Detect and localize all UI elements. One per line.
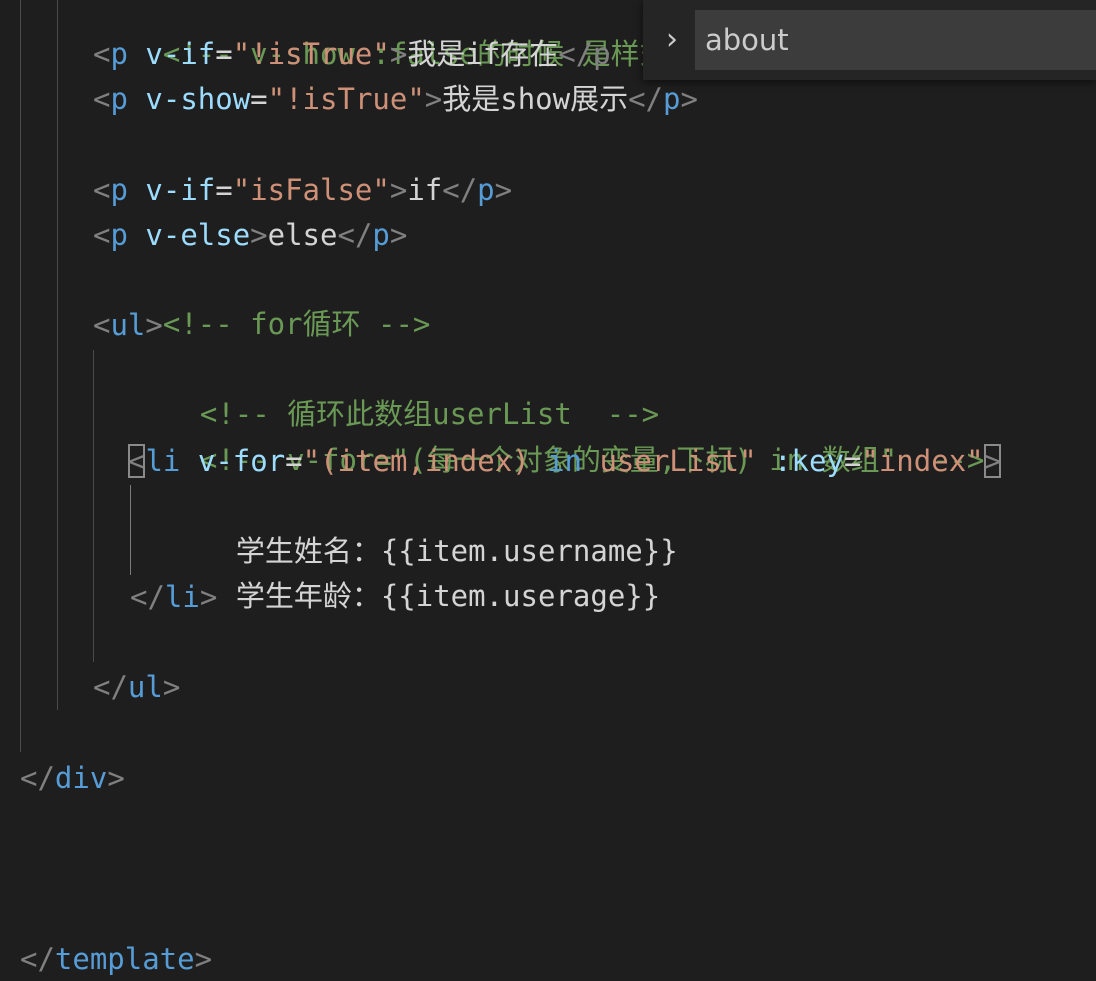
equals-sign: =	[285, 444, 303, 478]
tag-name: p	[110, 82, 128, 116]
tag-name: li	[145, 444, 181, 478]
code-line-current: <li v-for="(item,index) in userList" :ke…	[128, 439, 1002, 483]
closing-tag-partial: </p	[558, 37, 611, 71]
closing-tag-open: </	[130, 580, 165, 614]
closing-tag-open: </	[337, 218, 373, 252]
closing-tag-name: div	[54, 761, 108, 795]
attribute-name: v-for	[197, 444, 286, 478]
text-content: 学生年龄：{{item.userage}}	[235, 579, 661, 613]
attribute-name: v-if	[145, 173, 216, 207]
tag-open-bracket: <	[93, 218, 111, 252]
tag-name: p	[110, 37, 128, 71]
tag-close-bracket: >	[424, 82, 443, 116]
code-editor[interactable]: <!-- v-show :false的时候 是样式 <p v-if="!isTr…	[0, 0, 1096, 979]
tag-close-bracket: >	[250, 218, 268, 252]
closing-tag-close: >	[199, 580, 218, 614]
attribute-name: v-if	[145, 37, 216, 71]
attribute-value: "!isTrue"	[232, 37, 390, 71]
closing-tag-close: >	[494, 173, 513, 207]
code-line: </ul>	[93, 665, 180, 709]
attribute-value-start: "(item,index)	[302, 444, 548, 478]
matching-bracket-close: >	[983, 444, 1002, 478]
find-widget: › about	[643, 0, 1096, 80]
code-line: </template>	[20, 937, 212, 981]
indent-guide	[93, 350, 94, 662]
code-line: <p v-else>else</p>	[93, 213, 407, 257]
code-line: 学生姓名：{{item.username}}	[166, 485, 678, 568]
code-line: <p v-show="!isTrue">我是show展示</p>	[93, 77, 698, 121]
tag-close-bracket: >	[145, 308, 163, 342]
code-line-comment: <!-- 循环此数组userList -->	[130, 348, 659, 431]
closing-tag-open: </	[628, 82, 664, 116]
closing-tag-name: p	[372, 218, 390, 252]
code-line: </div>	[20, 756, 125, 800]
equals-sign: =	[250, 82, 268, 116]
closing-tag-close: >	[389, 218, 408, 252]
equals-sign: =	[215, 37, 233, 71]
attribute-value: "isFalse"	[232, 173, 390, 207]
closing-tag-name: p	[477, 173, 495, 207]
attribute-value-end: userList"	[582, 444, 757, 478]
tag-open-bracket: <	[93, 82, 111, 116]
tag-open-bracket: <	[93, 308, 111, 342]
find-input[interactable]: about	[695, 10, 1096, 70]
indent-guide	[57, 0, 58, 710]
tag-open-bracket: <	[93, 37, 111, 71]
closing-tag-open: </	[442, 173, 478, 207]
closing-tag-close: >	[107, 761, 125, 795]
comment-text: <!-- for循环 -->	[162, 307, 431, 341]
attribute-value: "!isTrue"	[267, 82, 425, 116]
text-content: 我是if存在	[407, 37, 559, 71]
code-line: <p v-if="isFalse">if</p>	[93, 168, 512, 212]
code-line-comment: <!-- v-for="(每一个对象的变量,下标) in 数组" -->	[130, 394, 985, 477]
tag-close-bracket: >	[389, 37, 408, 71]
equals-sign: =	[843, 444, 862, 478]
closing-tag-open: </	[20, 761, 55, 795]
code-line-comment: <!-- v-show :false的时候 是样式	[93, 0, 669, 71]
code-line: <ul>	[93, 303, 163, 347]
tag-name: p	[110, 173, 128, 207]
closing-tag-name: li	[164, 580, 200, 614]
text-content: if	[407, 173, 443, 207]
indent-guide	[20, 0, 21, 752]
tag-open-bracket: <	[93, 173, 111, 207]
attribute-value-key: "index"	[861, 444, 984, 478]
text-content: 我是show展示	[442, 82, 629, 116]
code-line: <p v-if="!isTrue">我是if存在</p	[93, 32, 611, 76]
tag-name: p	[110, 218, 128, 252]
code-line-comment: <!-- for循环 -->	[93, 258, 431, 341]
matching-bracket-open: <	[128, 444, 146, 478]
closing-tag-close: >	[680, 82, 698, 116]
tag-close-bracket: >	[389, 173, 408, 207]
keyword-in: in	[547, 444, 582, 478]
closing-tag-name: ul	[127, 670, 163, 704]
attribute-name-key: :key	[774, 444, 844, 478]
code-line: </li>	[130, 575, 217, 619]
closing-tag-close: >	[162, 670, 181, 704]
closing-tag-name: p	[663, 82, 681, 116]
equals-sign: =	[215, 173, 233, 207]
closing-tag-open: </	[20, 942, 55, 976]
closing-tag-name: template	[54, 942, 195, 976]
attribute-name: v-else	[145, 218, 251, 252]
closing-tag-close: >	[194, 942, 213, 976]
chevron-right-icon[interactable]: ›	[657, 20, 687, 60]
code-line: 学生年龄：{{item.userage}}	[166, 530, 660, 613]
text-content: else	[267, 218, 338, 252]
attribute-name: v-show	[145, 82, 251, 116]
tag-name: ul	[110, 308, 146, 342]
closing-tag-open: </	[93, 670, 128, 704]
